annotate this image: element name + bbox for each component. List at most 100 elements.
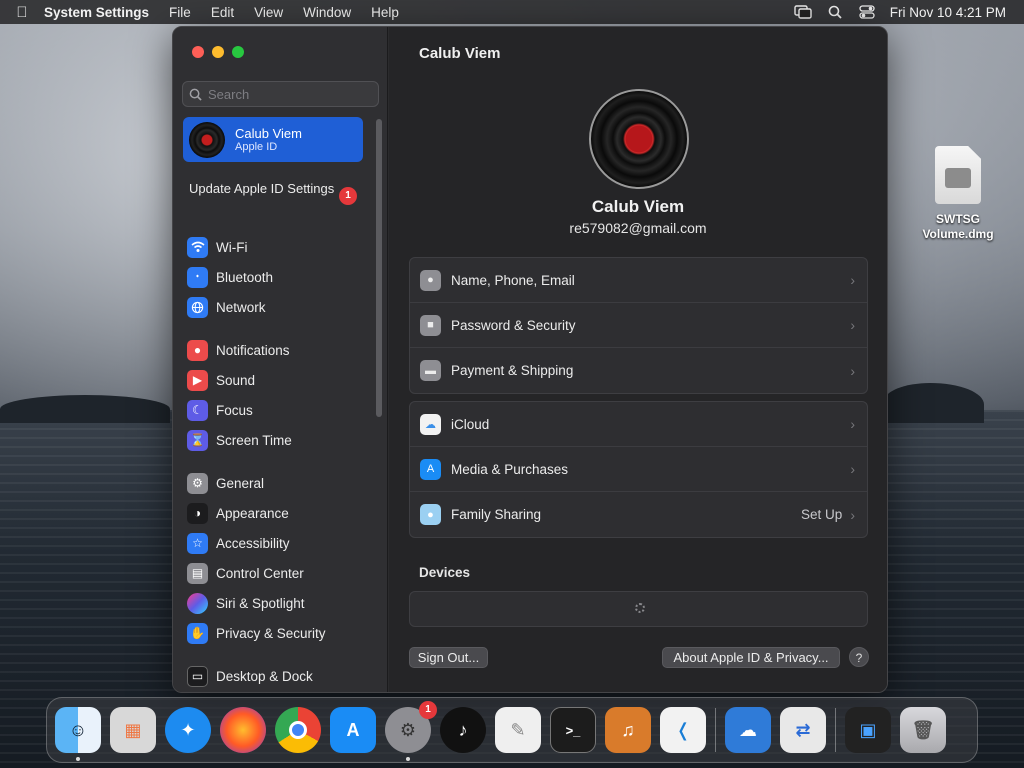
sidebar-item-network[interactable]: Network — [187, 292, 372, 322]
app-menu[interactable]: System Settings — [44, 5, 149, 20]
dock-separator — [835, 708, 836, 752]
zoom-window-button[interactable] — [232, 46, 244, 58]
menu-file[interactable]: File — [169, 5, 191, 20]
sidebar-item-wifi[interactable]: Wi-Fi — [187, 232, 372, 262]
search-input[interactable] — [208, 86, 368, 102]
row-name-phone-email[interactable]: ● Name, Phone, Email › — [410, 258, 867, 303]
sidebar-item-accessibility[interactable]: ☆ Accessibility — [187, 528, 372, 558]
sidebar-item-focus[interactable]: ☾ Focus — [187, 395, 372, 425]
chevron-right-icon: › — [850, 416, 855, 432]
sidebar-item-label: Appearance — [216, 505, 289, 521]
finder-icon[interactable]: ☺ — [55, 707, 101, 761]
main-pane: Calub Viem Calub Viem re579082@gmail.com… — [389, 27, 887, 692]
icloud-icon: ☁ — [420, 413, 441, 435]
minimize-window-button[interactable] — [212, 46, 224, 58]
running-indicator — [76, 757, 80, 761]
page-title: Calub Viem — [419, 45, 501, 62]
settings-icon[interactable]: ⚙ 1 — [385, 701, 437, 761]
apple-menu-icon[interactable]:  — [0, 4, 44, 21]
row-media-purchases[interactable]: A Media & Purchases › — [410, 447, 867, 492]
screen-icon[interactable]: ▣ — [845, 707, 891, 753]
safari-icon[interactable]: ✦ — [165, 707, 211, 753]
sidebar-item-appearance[interactable]: ◑ Appearance — [187, 498, 372, 528]
terminal-icon[interactable]: >_ — [550, 707, 596, 753]
sidebar-item-control-center[interactable]: ▤ Control Center — [187, 558, 372, 588]
launchpad-icon[interactable]: ▦ — [110, 707, 156, 753]
menu-view[interactable]: View — [254, 5, 283, 20]
sidebar-search[interactable] — [182, 81, 379, 107]
hand-icon: ✋ — [187, 622, 208, 644]
sidebar-item-label: Siri & Spotlight — [216, 595, 305, 611]
profile-email: re579082@gmail.com — [569, 220, 707, 236]
accessibility-icon: ☆ — [187, 532, 208, 554]
row-icloud[interactable]: ☁ iCloud › — [410, 402, 867, 447]
bell-icon: ● — [187, 339, 208, 361]
chrome-icon[interactable] — [275, 707, 321, 753]
tiktok-icon[interactable]: ♪ — [440, 707, 486, 753]
row-payment-shipping[interactable]: ▬ Payment & Shipping › — [410, 348, 867, 393]
row-label: Family Sharing — [451, 507, 542, 522]
screen-mirroring-icon[interactable] — [794, 5, 812, 19]
app-store-icon[interactable]: A — [330, 707, 376, 753]
profile-avatar[interactable] — [589, 89, 689, 189]
sidebar-item-label: Sound — [216, 372, 256, 388]
sidebar-item-screen-time[interactable]: ⌛ Screen Time — [187, 425, 372, 455]
row-label: Media & Purchases — [451, 461, 569, 477]
update-badge: 1 — [339, 187, 357, 205]
row-label: Name, Phone, Email — [451, 272, 575, 288]
migration-icon[interactable]: ⇄ — [780, 707, 826, 753]
sidebar-item-sound[interactable]: ▶ Sound — [187, 365, 372, 395]
running-indicator — [406, 757, 410, 761]
devices-heading: Devices — [419, 565, 471, 580]
row-password-security[interactable]: ■ Password & Security › — [410, 303, 867, 348]
control-center-icon[interactable] — [858, 5, 876, 19]
speaker-icon: ▶ — [187, 369, 208, 391]
sidebar-item-label: Control Center — [216, 565, 304, 581]
sidebar-item-bluetooth[interactable]: ᛫ Bluetooth — [187, 262, 372, 292]
menu-edit[interactable]: Edit — [211, 5, 234, 20]
gear-icon: ⚙ — [187, 472, 208, 494]
sign-out-button[interactable]: Sign Out... — [409, 647, 488, 668]
close-window-button[interactable] — [192, 46, 204, 58]
menu-help[interactable]: Help — [371, 5, 399, 20]
sidebar-scrollbar[interactable] — [376, 119, 382, 417]
help-button[interactable]: ? — [849, 647, 869, 667]
wifi-icon — [187, 236, 208, 258]
sidebar-item-label: Accessibility — [216, 535, 290, 551]
about-apple-id-privacy-button[interactable]: About Apple ID & Privacy... — [662, 647, 840, 668]
sidebar-item-desktop-dock[interactable]: ▭ Desktop & Dock — [187, 661, 372, 691]
sidebar-item-label: Focus — [216, 402, 253, 418]
sidebar-item-notifications[interactable]: ● Notifications — [187, 335, 372, 365]
sidebar-list: Wi-Fi ᛫ Bluetooth Network ● Notifications … — [187, 232, 372, 691]
moon-icon: ☾ — [187, 399, 208, 421]
sidebar-item-label: Network — [216, 299, 266, 315]
account-settings-group: ● Name, Phone, Email › ■ Password & Secu… — [409, 257, 868, 394]
sidebar-item-privacy-security[interactable]: ✋ Privacy & Security — [187, 618, 372, 648]
chevron-right-icon: › — [850, 506, 855, 523]
family-sharing-status: Set Up — [801, 507, 843, 522]
loading-spinner-icon — [635, 603, 645, 613]
sidebar-item-apple-id[interactable]: Calub Viem Apple ID — [183, 117, 363, 162]
row-family-sharing[interactable]: ● Family Sharing Set Up › — [410, 492, 867, 537]
card-icon: ▬ — [420, 360, 441, 381]
weather-icon[interactable]: ☁ — [725, 707, 771, 753]
desktop-dmg-file[interactable]: SWTSG Volume.dmg — [916, 146, 1000, 242]
settings-badge: 1 — [419, 701, 437, 719]
spotlight-search-icon[interactable] — [826, 5, 844, 19]
sidebar-item-label: Privacy & Security — [216, 625, 326, 641]
sidebar-item-general[interactable]: ⚙ General — [187, 468, 372, 498]
textedit-icon[interactable]: ✎ — [495, 707, 541, 753]
vscode-icon[interactable]: ❬ — [660, 707, 706, 753]
sidebar: Calub Viem Apple ID Update Apple ID Sett… — [173, 27, 388, 692]
profile-display-name: Calub Viem — [591, 197, 685, 216]
firefox-icon[interactable] — [220, 707, 266, 753]
devices-list — [409, 591, 868, 627]
control-center-icon: ▤ — [187, 562, 208, 584]
guitar-icon[interactable]: ♫ — [605, 707, 651, 753]
menu-clock[interactable]: Fri Nov 10 4:21 PM — [890, 5, 1006, 20]
menu-window[interactable]: Window — [303, 5, 351, 20]
sidebar-item-label: Desktop & Dock — [216, 668, 313, 684]
sidebar-item-siri-spotlight[interactable]: Siri & Spotlight — [187, 588, 372, 618]
trash-icon[interactable]: 🗑 — [900, 707, 946, 753]
desktop-item-label: SWTSG Volume.dmg — [922, 212, 994, 241]
